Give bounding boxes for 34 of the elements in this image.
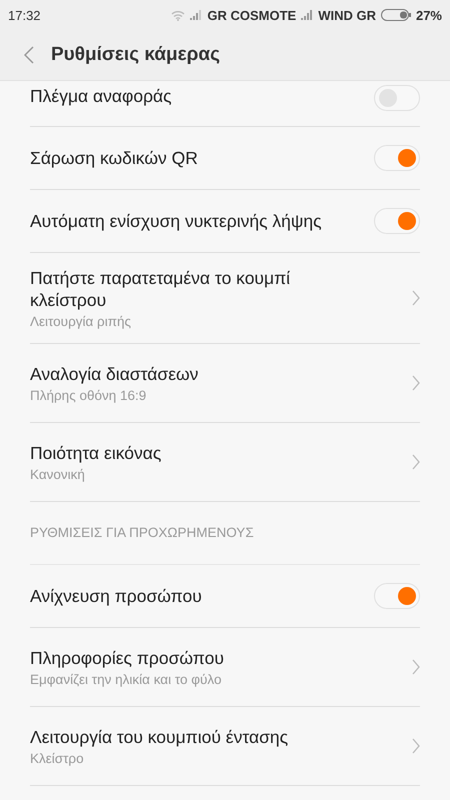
setting-value: Κανονική: [30, 467, 86, 482]
toggle-switch[interactable]: [374, 145, 420, 171]
toggle-switch[interactable]: [374, 85, 420, 111]
setting-label: Πλέγμα αναφοράς: [30, 85, 172, 107]
carrier-name: GR COSMOTE: [207, 8, 296, 22]
toggle-switch[interactable]: [374, 208, 420, 234]
setting-value: Κλείστρο: [30, 751, 85, 766]
setting-label: Αυτόματη ενίσχυση νυκτερινής λήψης: [30, 210, 322, 232]
screen-title: Ρυθμίσεις κάμερας: [51, 44, 220, 66]
signal-icon: [301, 10, 314, 20]
setting-label[interactable]: Λειτουργία του κουμπιού έντασης: [30, 726, 288, 748]
setting-value: Εμφανίζει την ηλικία και το φύλο: [30, 672, 222, 687]
signal-icon: [190, 10, 202, 20]
setting-label[interactable]: Πληροφορίες προσώπου: [30, 647, 224, 669]
setting-value: Πλήρης οθόνη 16:9: [30, 388, 148, 403]
chevron-icon: [412, 454, 420, 470]
setting-label[interactable]: Πατήστε παρατεταμένα το κουμπί κλείστρου: [30, 267, 370, 311]
chevron-icon: [412, 290, 420, 306]
chevron-icon: [412, 738, 420, 754]
status-time: 17:32: [8, 8, 41, 22]
wifi-icon: [171, 10, 186, 20]
battery-percent: 27%: [416, 8, 442, 22]
carrier-name: WIND GR: [318, 8, 376, 22]
chevron-icon: [412, 375, 420, 391]
setting-label: Σάρωση κωδικών QR: [30, 147, 198, 169]
setting-value: Λειτουργία ριπής: [30, 314, 132, 329]
toggle-switch[interactable]: [374, 583, 420, 609]
chevron-icon: [412, 659, 420, 675]
section-header: ΡΥΘΜΙΣΕΙΣ ΓΙΑ ΠΡΟΧΩΡΗΜΕΝΟΥΣ: [30, 502, 420, 565]
setting-label: Ανίχνευση προσώπου: [30, 585, 202, 607]
battery-icon: [380, 9, 411, 21]
setting-label[interactable]: Αναλογία διαστάσεων: [30, 363, 198, 385]
setting-label[interactable]: Ποιότητα εικόνας: [30, 442, 162, 464]
back-icon[interactable]: [24, 46, 34, 64]
